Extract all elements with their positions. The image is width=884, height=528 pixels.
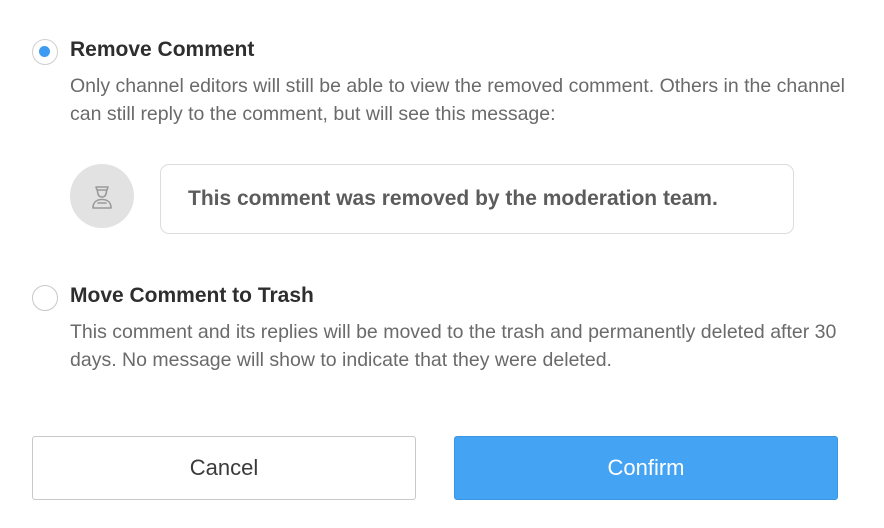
move-to-trash-radio[interactable] — [32, 285, 58, 311]
remove-comment-radio[interactable] — [32, 39, 58, 65]
removed-message-text: This comment was removed by the moderati… — [188, 187, 718, 210]
moderator-user-icon — [92, 186, 112, 209]
removed-message-bubble: This comment was removed by the moderati… — [160, 164, 794, 234]
move-to-trash-title[interactable]: Move Comment to Trash — [70, 284, 314, 308]
avatar — [70, 164, 134, 228]
move-to-trash-description: This comment and its replies will be mov… — [70, 321, 837, 371]
cancel-button[interactable]: Cancel — [32, 436, 416, 500]
radio-selected-dot — [39, 46, 50, 57]
remove-comment-title[interactable]: Remove Comment — [70, 38, 254, 62]
moderation-dialog: Remove Comment Only channel editors will… — [0, 0, 884, 528]
confirm-button[interactable]: Confirm — [454, 436, 838, 500]
remove-comment-description: Only channel editors will still be able … — [70, 75, 845, 125]
